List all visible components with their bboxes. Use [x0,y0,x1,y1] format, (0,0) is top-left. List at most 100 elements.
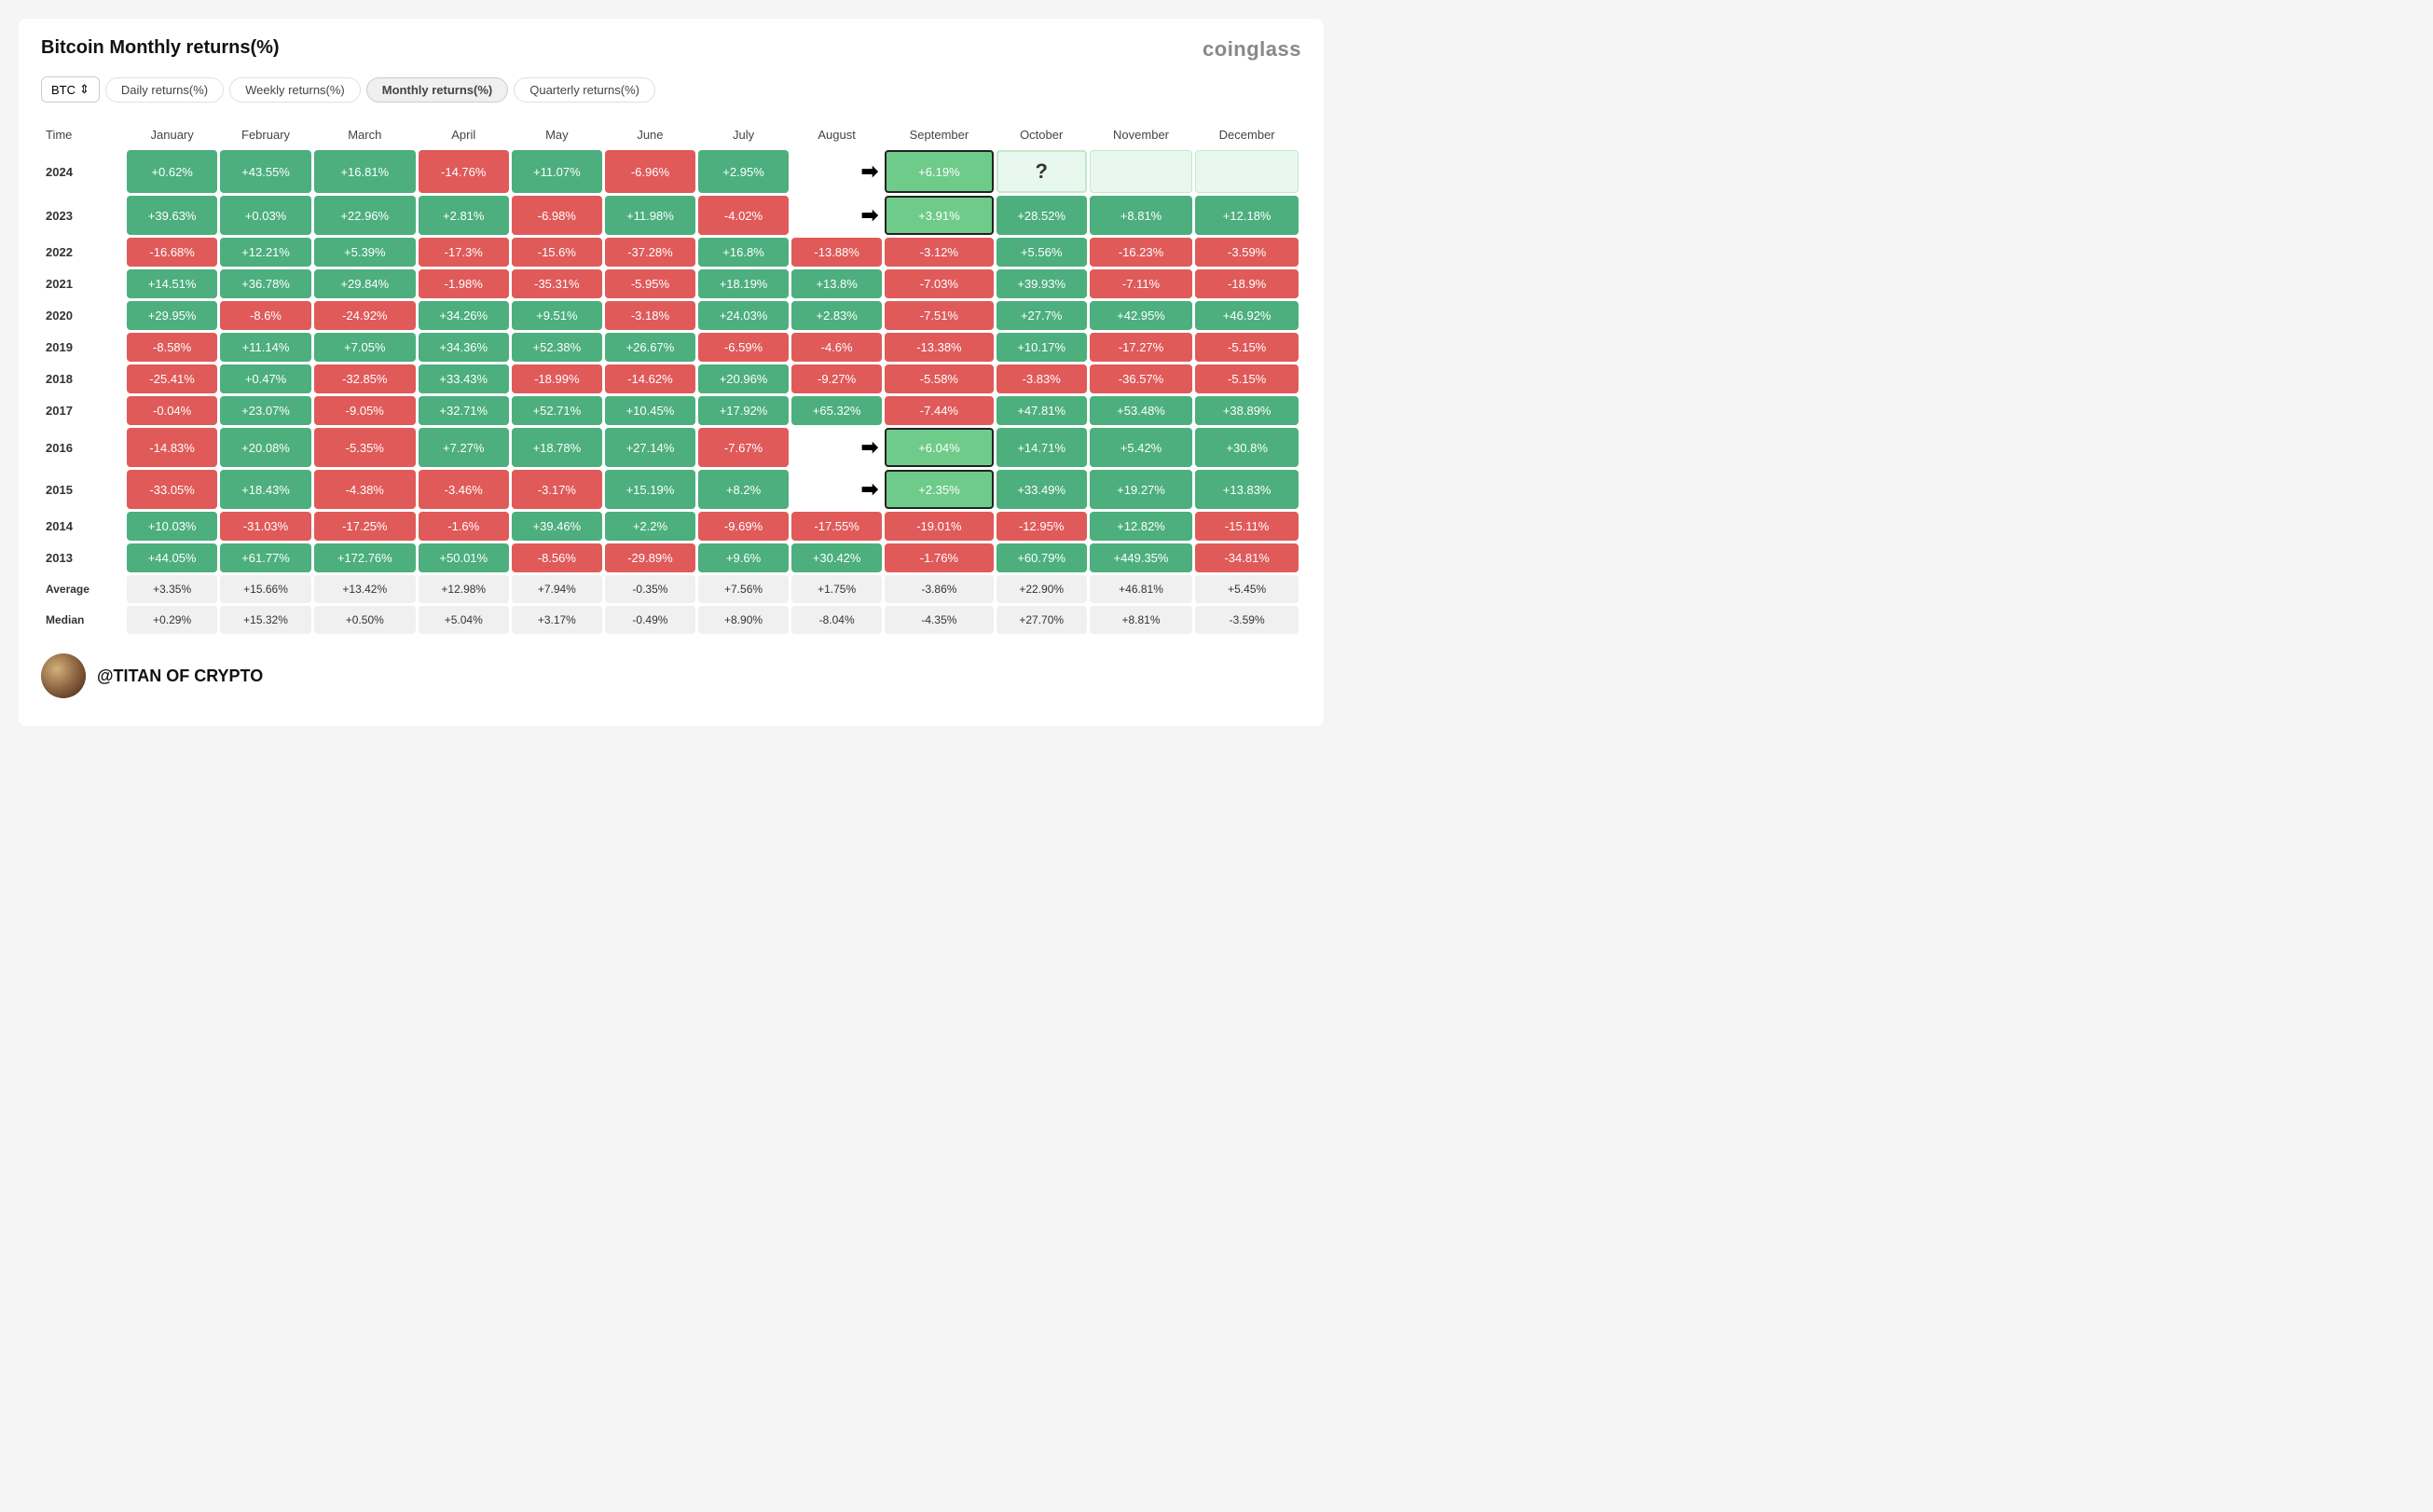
data-cell: -9.69% [698,512,789,541]
average-row: Average+3.35%+15.66%+13.42%+12.98%+7.94%… [44,575,1299,603]
year-cell: 2023 [44,196,124,235]
data-cell: +20.08% [220,428,311,467]
data-cell: +12.82% [1090,512,1193,541]
data-cell: -18.9% [1195,269,1299,298]
data-cell: +0.47% [220,364,311,393]
data-cell: +8.2% [698,470,789,509]
data-cell: -31.03% [220,512,311,541]
data-cell [1195,150,1299,193]
data-cell: +14.51% [127,269,217,298]
data-cell: +10.45% [605,396,695,425]
data-cell: +26.67% [605,333,695,362]
data-cell: -32.85% [314,364,416,393]
data-cell: -17.55% [791,512,882,541]
average-cell: +22.90% [997,575,1087,603]
data-cell: +10.03% [127,512,217,541]
year-cell: 2021 [44,269,124,298]
data-cell: -6.98% [512,196,602,235]
data-cell: +33.43% [419,364,509,393]
data-cell: -4.02% [698,196,789,235]
data-cell: -17.25% [314,512,416,541]
asset-label: BTC [51,83,76,97]
data-cell: -35.31% [512,269,602,298]
data-cell: +172.76% [314,543,416,572]
average-cell: +15.66% [220,575,311,603]
data-cell: +52.71% [512,396,602,425]
tab-daily[interactable]: Daily returns(%) [105,77,224,103]
data-cell: +5.42% [1090,428,1193,467]
median-cell: -3.59% [1195,606,1299,634]
median-cell: -0.49% [605,606,695,634]
data-cell: +38.89% [1195,396,1299,425]
tab-quarterly[interactable]: Quarterly returns(%) [514,77,655,103]
data-cell: +28.52% [997,196,1087,235]
data-cell: +5.39% [314,238,416,267]
data-cell: -0.04% [127,396,217,425]
data-cell: +52.38% [512,333,602,362]
col-header-sep: September [885,122,993,147]
data-cell: +30.8% [1195,428,1299,467]
data-cell [1090,150,1193,193]
page-container: Bitcoin Monthly returns(%) coinglass BTC… [19,19,1324,726]
data-cell: -12.95% [997,512,1087,541]
table-row: 2015-33.05%+18.43%-4.38%-3.46%-3.17%+15.… [44,470,1299,509]
year-cell: 2020 [44,301,124,330]
data-cell: +39.46% [512,512,602,541]
data-cell: +0.62% [127,150,217,193]
year-cell: 2022 [44,238,124,267]
data-cell: +9.6% [698,543,789,572]
returns-table: Time January February March April May Ju… [41,119,1301,637]
data-cell: -3.83% [997,364,1087,393]
data-cell: +43.55% [220,150,311,193]
table-row: 2020+29.95%-8.6%-24.92%+34.26%+9.51%-3.1… [44,301,1299,330]
table-row: 2016-14.83%+20.08%-5.35%+7.27%+18.78%+27… [44,428,1299,467]
data-cell: +18.78% [512,428,602,467]
median-cell: -8.04% [791,606,882,634]
data-cell: +29.84% [314,269,416,298]
username: @TITAN OF CRYPTO [97,667,263,686]
col-header-apr: April [419,122,509,147]
data-cell: -15.11% [1195,512,1299,541]
data-cell: -7.44% [885,396,993,425]
header: Bitcoin Monthly returns(%) coinglass [41,37,1301,62]
data-cell: +50.01% [419,543,509,572]
table-row: 2022-16.68%+12.21%+5.39%-17.3%-15.6%-37.… [44,238,1299,267]
data-cell: -16.68% [127,238,217,267]
asset-selector[interactable]: BTC ⇕ [41,76,100,103]
tab-weekly[interactable]: Weekly returns(%) [229,77,361,103]
data-cell: +0.03% [220,196,311,235]
median-label: Median [44,606,124,634]
data-cell: +7.27% [419,428,509,467]
data-cell: +3.91% [885,196,993,235]
data-cell: +27.7% [997,301,1087,330]
table-row: 2017-0.04%+23.07%-9.05%+32.71%+52.71%+10… [44,396,1299,425]
year-cell: 2017 [44,396,124,425]
data-cell: -9.27% [791,364,882,393]
year-cell: 2024 [44,150,124,193]
data-cell: +22.96% [314,196,416,235]
data-cell: +34.26% [419,301,509,330]
data-cell: +6.19% [885,150,993,193]
average-cell: +7.94% [512,575,602,603]
data-cell: +16.81% [314,150,416,193]
median-row: Median+0.29%+15.32%+0.50%+5.04%+3.17%-0.… [44,606,1299,634]
data-cell: -14.83% [127,428,217,467]
page-title: Bitcoin Monthly returns(%) [41,37,280,59]
tab-monthly[interactable]: Monthly returns(%) [366,77,508,103]
data-cell: +36.78% [220,269,311,298]
data-cell: ➡ [791,150,882,193]
data-cell: +5.56% [997,238,1087,267]
median-cell: +0.50% [314,606,416,634]
data-cell: ➡ [791,196,882,235]
col-header-time: Time [44,122,124,147]
table-row: 2019-8.58%+11.14%+7.05%+34.36%+52.38%+26… [44,333,1299,362]
data-cell: -14.76% [419,150,509,193]
data-cell: -3.18% [605,301,695,330]
col-header-may: May [512,122,602,147]
data-cell: -3.12% [885,238,993,267]
table-row: 2014+10.03%-31.03%-17.25%-1.6%+39.46%+2.… [44,512,1299,541]
data-cell: +42.95% [1090,301,1193,330]
median-cell: +0.29% [127,606,217,634]
average-cell: -3.86% [885,575,993,603]
data-cell: +60.79% [997,543,1087,572]
